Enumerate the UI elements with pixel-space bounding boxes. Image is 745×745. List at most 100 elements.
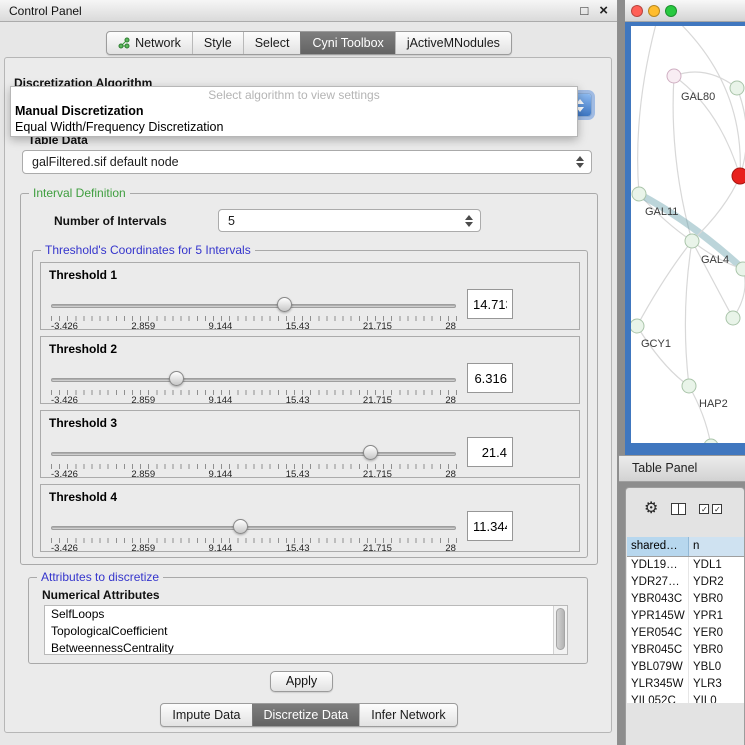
- cell[interactable]: YIL0: [689, 693, 744, 703]
- column-header-name[interactable]: n: [689, 537, 744, 556]
- list-item[interactable]: TopologicalCoefficient: [45, 623, 567, 640]
- network-node[interactable]: [667, 69, 681, 83]
- network-node[interactable]: [632, 187, 646, 201]
- checkbox-icon[interactable]: ✓: [699, 504, 709, 514]
- cell[interactable]: YDR2: [689, 574, 744, 591]
- zoom-traffic-light[interactable]: [665, 5, 677, 17]
- network-node[interactable]: [726, 311, 740, 325]
- threshold-2-value-input[interactable]: [467, 363, 513, 393]
- number-of-intervals-label: Number of Intervals: [54, 214, 167, 228]
- cell[interactable]: YBR045C: [627, 642, 689, 659]
- table-row[interactable]: YDL19…YDL1: [627, 557, 744, 574]
- threshold-2-label: Threshold 2: [49, 342, 117, 356]
- column-header-shared-name[interactable]: shared…: [627, 537, 689, 556]
- numerical-attributes-list[interactable]: SelfLoops TopologicalCoefficient Between…: [44, 605, 568, 655]
- network-edge[interactable]: [637, 326, 689, 386]
- scale-tick-label: 9.144: [209, 543, 233, 554]
- tab-infer-network[interactable]: Infer Network: [359, 704, 456, 726]
- checkbox-icon[interactable]: ✓: [712, 504, 722, 514]
- tab-style[interactable]: Style: [192, 32, 243, 54]
- network-edge[interactable]: [685, 241, 692, 386]
- network-edge[interactable]: [637, 241, 692, 326]
- cell[interactable]: YBR0: [689, 642, 744, 659]
- cell[interactable]: YPR145W: [627, 608, 689, 625]
- scrollbar-thumb[interactable]: [556, 608, 565, 650]
- cell[interactable]: YPR1: [689, 608, 744, 625]
- slider-track[interactable]: [51, 378, 456, 382]
- close-icon[interactable]: ×: [599, 3, 608, 18]
- bottom-tab-bar: Impute Data Discretize Data Infer Networ…: [0, 703, 618, 727]
- cell[interactable]: YBL0: [689, 659, 744, 676]
- list-item[interactable]: SelfLoops: [45, 606, 567, 623]
- cell[interactable]: YBL079W: [627, 659, 689, 676]
- dropdown-item-equal-width-frequency[interactable]: Equal Width/Frequency Discretization: [11, 119, 577, 135]
- slider-thumb[interactable]: [169, 371, 184, 386]
- table-data-combobox[interactable]: galFiltered.sif default node: [22, 150, 592, 174]
- screen: Control Panel □ × Network: [0, 0, 745, 745]
- threshold-1-slider[interactable]: [51, 297, 456, 314]
- network-edge[interactable]: [674, 72, 737, 88]
- float-window-icon[interactable]: □: [580, 4, 588, 17]
- spinner-arrows-icon[interactable]: [576, 156, 584, 168]
- table-row[interactable]: YDR27…YDR2: [627, 574, 744, 591]
- tab-impute-data[interactable]: Impute Data: [161, 704, 251, 726]
- slider-thumb[interactable]: [363, 445, 378, 460]
- list-item[interactable]: BetweennessCentrality: [45, 640, 567, 655]
- network-node[interactable]: [704, 439, 718, 443]
- slider-track[interactable]: [51, 452, 456, 456]
- tab-discretize-data[interactable]: Discretize Data: [252, 704, 360, 726]
- network-canvas[interactable]: GAL80GAL11GAL4GCY1HAP2: [631, 26, 745, 443]
- network-node[interactable]: [631, 319, 644, 333]
- network-node[interactable]: [685, 234, 699, 248]
- tab-select[interactable]: Select: [243, 32, 301, 54]
- threshold-2-slider[interactable]: [51, 371, 456, 388]
- threshold-3-value-input[interactable]: [467, 437, 513, 467]
- threshold-1-value-input[interactable]: [467, 289, 513, 319]
- table-body: YDL19…YDL1 YDR27…YDR2 YBR043CYBR0 YPR145…: [627, 557, 744, 703]
- spinner-arrows-icon[interactable]: [465, 215, 473, 227]
- network-node[interactable]: [732, 168, 745, 184]
- cell[interactable]: YDL1: [689, 557, 744, 574]
- network-node-label: GCY1: [641, 338, 671, 350]
- table-row[interactable]: YPR145WYPR1: [627, 608, 744, 625]
- cell[interactable]: YER054C: [627, 625, 689, 642]
- network-edge[interactable]: [689, 386, 711, 443]
- apply-button[interactable]: Apply: [270, 671, 333, 692]
- threshold-4-slider[interactable]: [51, 519, 456, 536]
- minimize-traffic-light[interactable]: [648, 5, 660, 17]
- network-node[interactable]: [682, 379, 696, 393]
- cell[interactable]: YDR27…: [627, 574, 689, 591]
- network-node[interactable]: [736, 262, 745, 276]
- cell[interactable]: YER0: [689, 625, 744, 642]
- close-traffic-light[interactable]: [631, 5, 643, 17]
- cell[interactable]: YBR0: [689, 591, 744, 608]
- tab-jactivemnodules[interactable]: jActiveMNodules: [395, 32, 511, 54]
- threshold-4-value-input[interactable]: [467, 511, 513, 541]
- slider-track[interactable]: [51, 526, 456, 530]
- table-row[interactable]: YBL079WYBL0: [627, 659, 744, 676]
- list-scrollbar[interactable]: [553, 606, 567, 654]
- threshold-3-slider[interactable]: [51, 445, 456, 462]
- tab-cyni-toolbox[interactable]: Cyni Toolbox: [300, 32, 394, 54]
- table-row[interactable]: YBR043CYBR0: [627, 591, 744, 608]
- cell[interactable]: YLR345W: [627, 676, 689, 693]
- cell[interactable]: YBR043C: [627, 591, 689, 608]
- network-node[interactable]: [730, 81, 744, 95]
- table-row[interactable]: YBR045CYBR0: [627, 642, 744, 659]
- network-focus-frame: GAL80GAL11GAL4GCY1HAP2: [625, 22, 745, 455]
- slider-track[interactable]: [51, 304, 456, 308]
- table-row[interactable]: YER054CYER0: [627, 625, 744, 642]
- cell[interactable]: YDL19…: [627, 557, 689, 574]
- network-edge[interactable]: [638, 26, 661, 194]
- cell[interactable]: YLR3: [689, 676, 744, 693]
- slider-thumb[interactable]: [233, 519, 248, 534]
- tab-network[interactable]: Network: [107, 32, 192, 54]
- columns-icon[interactable]: [671, 503, 686, 515]
- table-row[interactable]: YLR345WYLR3: [627, 676, 744, 693]
- table-row[interactable]: YIL052CYIL0: [627, 693, 744, 703]
- gear-icon[interactable]: ⚙: [644, 501, 658, 517]
- number-of-intervals-combobox[interactable]: 5: [218, 209, 481, 232]
- dropdown-item-manual-discretization[interactable]: Manual Discretization: [11, 103, 577, 119]
- slider-thumb[interactable]: [277, 297, 292, 312]
- cell[interactable]: YIL052C: [627, 693, 689, 703]
